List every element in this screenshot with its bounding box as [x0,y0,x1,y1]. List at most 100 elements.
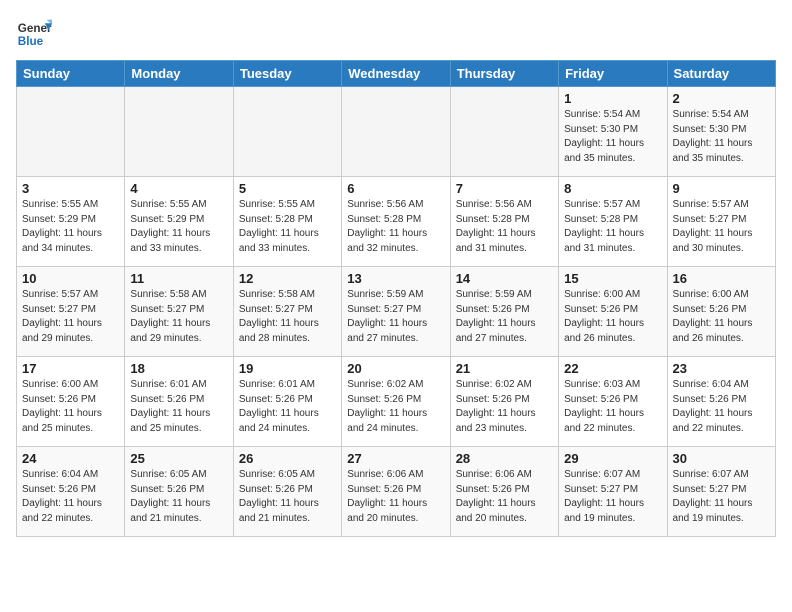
day-info: Sunrise: 6:02 AM Sunset: 5:26 PM Dayligh… [456,378,553,436]
calendar-cell: 15 Sunrise: 6:00 AM Sunset: 5:26 PM Dayli… [559,267,667,357]
calendar-cell: 24Sunrise: 6:04 AM Sunset: 5:26 PM Dayli… [17,447,125,537]
calendar-table: SundayMondayTuesdayWednesdayThursdayFrid… [16,60,776,537]
day-info: Sunrise: 6:07 AM Sunset: 5:27 PM Dayligh… [673,468,770,526]
day-number: 26 [239,451,336,466]
calendar-cell: 16Sunrise: 6:00 AM Sunset: 5:26 PM Dayli… [667,267,775,357]
day-info: Sunrise: 6:00 AM Sunset: 5:26 PM Dayligh… [564,288,661,346]
day-number: 21 [456,361,553,376]
calendar-cell: 6 Sunrise: 5:56 AM Sunset: 5:28 PM Daylig… [342,177,450,267]
day-number: 4 [130,181,227,196]
day-info: Sunrise: 5:55 AM Sunset: 5:29 PM Dayligh… [130,198,227,256]
calendar-cell: 5 Sunrise: 5:55 AM Sunset: 5:28 PM Daylig… [233,177,341,267]
weekday-header-row: SundayMondayTuesdayWednesdayThursdayFrid… [17,61,776,87]
weekday-saturday: Saturday [667,61,775,87]
day-number: 15 [564,271,661,286]
weekday-thursday: Thursday [450,61,558,87]
calendar-cell: 11 Sunrise: 5:58 AM Sunset: 5:27 PM Dayli… [125,267,233,357]
day-number: 28 [456,451,553,466]
day-info: Sunrise: 5:58 AM Sunset: 5:27 PM Dayligh… [239,288,336,346]
day-info: Sunrise: 6:00 AM Sunset: 5:26 PM Dayligh… [673,288,770,346]
calendar-cell: 22Sunrise: 6:03 AM Sunset: 5:26 PM Dayli… [559,357,667,447]
day-number: 10 [22,271,119,286]
calendar-cell: 2 Sunrise: 5:54 AM Sunset: 5:30 PM Daylig… [667,87,775,177]
day-number: 2 [673,91,770,106]
calendar-cell: 4 Sunrise: 5:55 AM Sunset: 5:29 PM Daylig… [125,177,233,267]
calendar-cell [17,87,125,177]
calendar-cell: 12 Sunrise: 5:58 AM Sunset: 5:27 PM Dayli… [233,267,341,357]
day-number: 20 [347,361,444,376]
day-number: 11 [130,271,227,286]
day-info: Sunrise: 5:56 AM Sunset: 5:28 PM Dayligh… [456,198,553,256]
calendar-cell: 9 Sunrise: 5:57 AM Sunset: 5:27 PM Daylig… [667,177,775,267]
calendar-cell: 27Sunrise: 6:06 AM Sunset: 5:26 PM Dayli… [342,447,450,537]
day-number: 25 [130,451,227,466]
day-info: Sunrise: 6:04 AM Sunset: 5:26 PM Dayligh… [22,468,119,526]
calendar-week-1: 1 Sunrise: 5:54 AM Sunset: 5:30 PM Daylig… [17,87,776,177]
calendar-cell: 18Sunrise: 6:01 AM Sunset: 5:26 PM Dayli… [125,357,233,447]
calendar-cell: 26Sunrise: 6:05 AM Sunset: 5:26 PM Dayli… [233,447,341,537]
calendar-cell: 17 Sunrise: 6:00 AM Sunset: 5:26 PM Dayli… [17,357,125,447]
weekday-sunday: Sunday [17,61,125,87]
day-number: 23 [673,361,770,376]
calendar-cell: 20 Sunrise: 6:02 AM Sunset: 5:26 PM Dayli… [342,357,450,447]
day-info: Sunrise: 6:05 AM Sunset: 5:26 PM Dayligh… [130,468,227,526]
day-info: Sunrise: 5:57 AM Sunset: 5:27 PM Dayligh… [22,288,119,346]
calendar-cell: 30 Sunrise: 6:07 AM Sunset: 5:27 PM Dayli… [667,447,775,537]
day-info: Sunrise: 5:59 AM Sunset: 5:26 PM Dayligh… [456,288,553,346]
day-number: 5 [239,181,336,196]
day-number: 8 [564,181,661,196]
calendar-cell [125,87,233,177]
day-info: Sunrise: 6:00 AM Sunset: 5:26 PM Dayligh… [22,378,119,436]
calendar-cell: 28Sunrise: 6:06 AM Sunset: 5:26 PM Dayli… [450,447,558,537]
day-number: 1 [564,91,661,106]
day-info: Sunrise: 5:56 AM Sunset: 5:28 PM Dayligh… [347,198,444,256]
logo: General Blue [16,16,52,52]
day-info: Sunrise: 5:59 AM Sunset: 5:27 PM Dayligh… [347,288,444,346]
day-number: 27 [347,451,444,466]
day-number: 13 [347,271,444,286]
day-number: 29 [564,451,661,466]
weekday-friday: Friday [559,61,667,87]
logo-icon: General Blue [16,16,52,52]
day-info: Sunrise: 6:03 AM Sunset: 5:26 PM Dayligh… [564,378,661,436]
calendar-week-5: 24Sunrise: 6:04 AM Sunset: 5:26 PM Dayli… [17,447,776,537]
day-info: Sunrise: 5:54 AM Sunset: 5:30 PM Dayligh… [673,108,770,166]
day-info: Sunrise: 6:04 AM Sunset: 5:26 PM Dayligh… [673,378,770,436]
day-info: Sunrise: 5:57 AM Sunset: 5:28 PM Dayligh… [564,198,661,256]
day-info: Sunrise: 6:01 AM Sunset: 5:26 PM Dayligh… [239,378,336,436]
calendar-cell: 14Sunrise: 5:59 AM Sunset: 5:26 PM Dayli… [450,267,558,357]
day-info: Sunrise: 5:55 AM Sunset: 5:28 PM Dayligh… [239,198,336,256]
calendar-week-3: 10 Sunrise: 5:57 AM Sunset: 5:27 PM Dayli… [17,267,776,357]
calendar-cell: 3 Sunrise: 5:55 AM Sunset: 5:29 PM Daylig… [17,177,125,267]
day-info: Sunrise: 5:54 AM Sunset: 5:30 PM Dayligh… [564,108,661,166]
calendar-cell: 1 Sunrise: 5:54 AM Sunset: 5:30 PM Daylig… [559,87,667,177]
day-number: 6 [347,181,444,196]
day-number: 12 [239,271,336,286]
day-number: 18 [130,361,227,376]
calendar-cell: 10 Sunrise: 5:57 AM Sunset: 5:27 PM Dayli… [17,267,125,357]
day-info: Sunrise: 5:57 AM Sunset: 5:27 PM Dayligh… [673,198,770,256]
calendar-cell: 25 Sunrise: 6:05 AM Sunset: 5:26 PM Dayli… [125,447,233,537]
calendar-cell [450,87,558,177]
calendar-week-4: 17 Sunrise: 6:00 AM Sunset: 5:26 PM Dayli… [17,357,776,447]
day-number: 19 [239,361,336,376]
calendar-cell: 23 Sunrise: 6:04 AM Sunset: 5:26 PM Dayli… [667,357,775,447]
calendar-cell [233,87,341,177]
weekday-monday: Monday [125,61,233,87]
calendar-cell: 7 Sunrise: 5:56 AM Sunset: 5:28 PM Daylig… [450,177,558,267]
day-info: Sunrise: 5:58 AM Sunset: 5:27 PM Dayligh… [130,288,227,346]
calendar-cell [342,87,450,177]
day-number: 17 [22,361,119,376]
day-number: 9 [673,181,770,196]
calendar-cell: 19 Sunrise: 6:01 AM Sunset: 5:26 PM Dayli… [233,357,341,447]
day-number: 7 [456,181,553,196]
day-info: Sunrise: 5:55 AM Sunset: 5:29 PM Dayligh… [22,198,119,256]
page-header: General Blue [16,16,776,52]
day-info: Sunrise: 6:07 AM Sunset: 5:27 PM Dayligh… [564,468,661,526]
weekday-wednesday: Wednesday [342,61,450,87]
weekday-tuesday: Tuesday [233,61,341,87]
day-number: 30 [673,451,770,466]
day-number: 3 [22,181,119,196]
svg-text:Blue: Blue [18,35,44,48]
day-info: Sunrise: 6:02 AM Sunset: 5:26 PM Dayligh… [347,378,444,436]
